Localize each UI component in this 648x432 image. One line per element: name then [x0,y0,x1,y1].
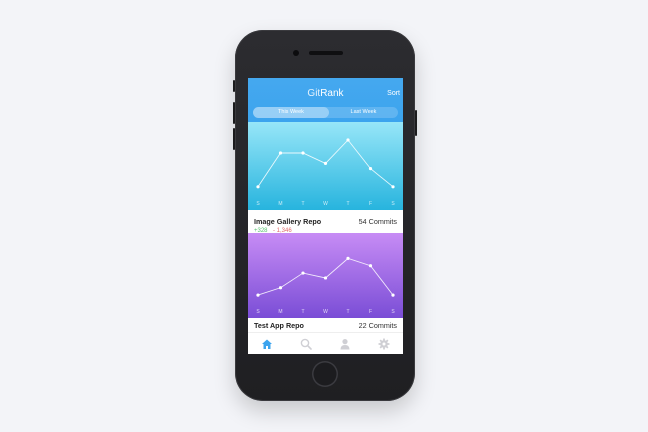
repo-name: Image Gallery Repo [254,217,322,226]
mute-switch [233,80,235,92]
gear-icon[interactable] [378,338,390,350]
app-title-part2: Rank [320,88,344,99]
data-point [301,271,305,275]
front-camera [293,50,299,56]
repo-card[interactable]: Test App Repo 22 Commits [248,318,403,332]
data-point [368,167,373,171]
day-label: T [301,309,304,315]
user-icon[interactable] [339,338,351,350]
line-chart: SMTWTFS [248,122,403,210]
data-point [346,256,350,260]
phone-frame: GitRank Sort This Week Last Week SMTWTFS… [233,30,417,401]
day-label: M [278,201,282,207]
day-label: T [346,201,349,207]
repo-name: Test App Repo [254,321,304,330]
search-icon[interactable] [300,338,312,350]
app-title-part1: Git [307,88,321,99]
day-label: W [323,201,328,207]
data-point [256,185,260,189]
chart-background [248,233,403,318]
data-point [323,276,328,280]
data-point [368,264,373,268]
commit-count: 22 Commits [358,321,397,330]
app-screen: GitRank Sort This Week Last Week SMTWTFS… [248,78,403,354]
sort-button[interactable]: Sort [387,90,400,97]
home-icon[interactable] [261,338,273,350]
day-label: W [323,309,328,315]
day-label: M [278,309,282,315]
week-segmented-control: This Week Last Week [253,107,398,118]
day-label: T [346,309,349,315]
data-point [278,151,283,155]
app-title: GitRank [248,88,403,99]
data-point [278,286,283,290]
commit-count: 54 Commits [358,217,397,226]
data-point [256,293,260,297]
tab-last-week[interactable]: Last Week [329,107,398,118]
volume-down-button [233,128,235,150]
volume-up-button [233,102,235,124]
day-label: F [369,309,372,315]
repo-chart[interactable]: SMTWTFS [248,122,403,210]
data-point [323,161,328,165]
tab-bar [248,332,403,354]
app-header: GitRank Sort This Week Last Week [248,78,403,122]
day-label: T [301,201,304,207]
line-chart: SMTWTFS [248,233,403,318]
repo-chart[interactable]: SMTWTFS [248,233,403,318]
tab-this-week[interactable]: This Week [253,107,329,118]
earpiece-speaker [309,51,343,55]
data-point [391,185,395,189]
chart-background [248,122,403,210]
day-label: F [369,201,372,207]
data-point [301,151,305,155]
power-button [415,110,417,136]
data-point [346,138,350,142]
home-button[interactable] [312,361,338,387]
data-point [391,293,395,297]
